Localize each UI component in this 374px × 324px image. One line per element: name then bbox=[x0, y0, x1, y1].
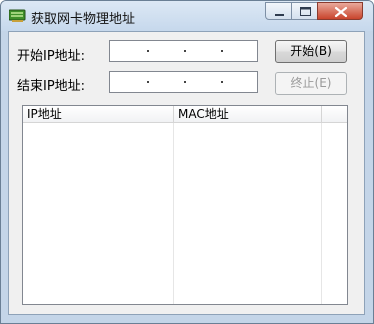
ip-separator-dot bbox=[221, 81, 223, 83]
stop-button[interactable]: 终止(E) bbox=[275, 72, 347, 95]
results-list[interactable]: IP地址 MAC地址 bbox=[22, 105, 348, 305]
app-window: 获取网卡物理地址 开始IP地址: 开始(B) 结束IP地址: 终止(E) IP地… bbox=[0, 0, 374, 324]
title-bar[interactable]: 获取网卡物理地址 bbox=[1, 1, 373, 31]
start-ip-input[interactable] bbox=[109, 40, 258, 62]
ip-separator-dot bbox=[147, 50, 149, 52]
end-ip-input[interactable] bbox=[109, 71, 258, 93]
column-divider bbox=[321, 123, 322, 304]
close-button[interactable] bbox=[317, 2, 363, 20]
network-card-icon bbox=[9, 9, 26, 22]
start-ip-label: 开始IP地址: bbox=[17, 49, 86, 64]
column-header-ip[interactable]: IP地址 bbox=[23, 106, 174, 123]
ip-separator-dot bbox=[184, 81, 186, 83]
end-ip-label: 结束IP地址: bbox=[17, 79, 86, 94]
client-area: 开始IP地址: 开始(B) 结束IP地址: 终止(E) IP地址 MAC地址 bbox=[8, 31, 365, 315]
close-icon bbox=[334, 6, 348, 18]
minimize-icon bbox=[275, 14, 284, 16]
column-header-mac[interactable]: MAC地址 bbox=[174, 106, 322, 123]
ip-separator-dot bbox=[147, 81, 149, 83]
maximize-button[interactable] bbox=[291, 2, 318, 20]
maximize-icon bbox=[300, 7, 311, 16]
start-button[interactable]: 开始(B) bbox=[275, 40, 347, 63]
column-header-filler bbox=[322, 106, 347, 123]
ip-separator-dot bbox=[184, 50, 186, 52]
window-title: 获取网卡物理地址 bbox=[31, 12, 136, 27]
column-divider bbox=[173, 123, 174, 304]
ip-separator-dot bbox=[221, 50, 223, 52]
minimize-button[interactable] bbox=[265, 2, 292, 20]
